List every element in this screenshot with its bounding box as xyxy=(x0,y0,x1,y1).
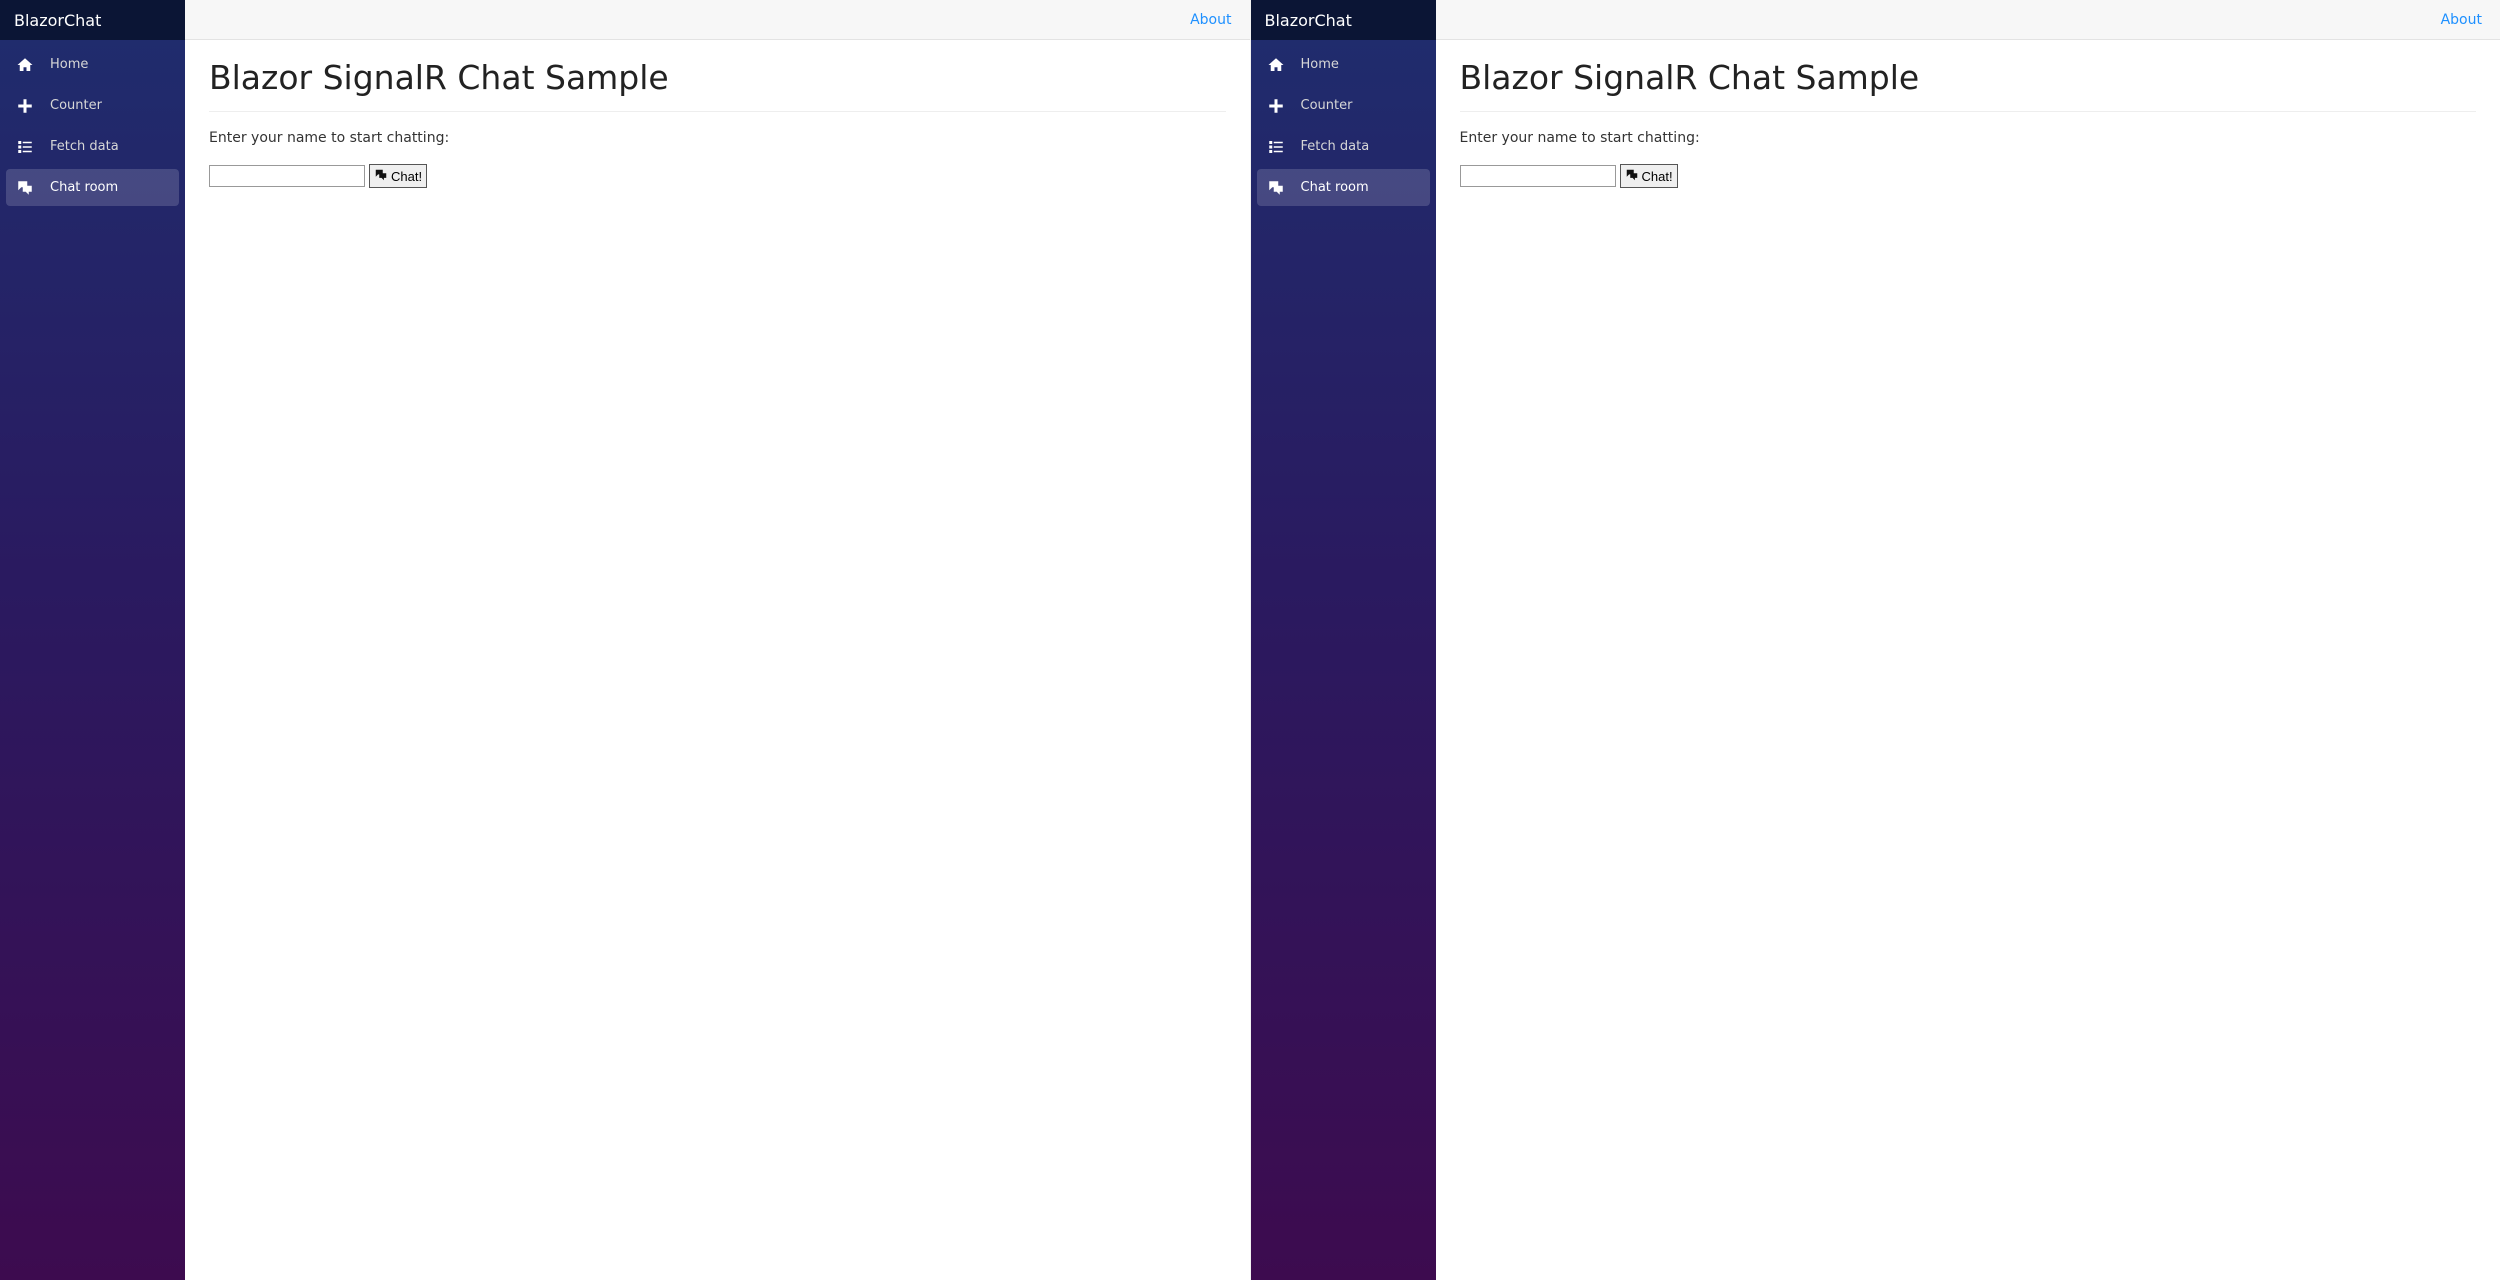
brand-title[interactable]: BlazorChat xyxy=(1251,0,1436,40)
sidebar-nav: Home Counter Fetch data Chat room xyxy=(0,40,185,212)
sidebar-item-counter[interactable]: Counter xyxy=(1257,87,1430,124)
plus-icon xyxy=(1267,97,1285,115)
topbar: About xyxy=(185,0,1250,40)
chat-icon xyxy=(1625,168,1639,185)
sidebar-nav: Home Counter Fetch data Chat room xyxy=(1251,40,1436,212)
name-input[interactable] xyxy=(1460,165,1616,187)
list-icon xyxy=(1267,138,1285,156)
page-title: Blazor SignalR Chat Sample xyxy=(209,58,1226,97)
sidebar-item-fetch-data[interactable]: Fetch data xyxy=(1257,128,1430,165)
sidebar-item-label: Home xyxy=(50,57,88,72)
sidebar-item-home[interactable]: Home xyxy=(1257,46,1430,83)
sidebar-item-label: Chat room xyxy=(50,180,118,195)
sidebar: BlazorChat Home Counter Fetch data Chat room xyxy=(0,0,185,1280)
chat-button-label: Chat! xyxy=(1642,169,1673,184)
home-icon xyxy=(16,56,34,74)
chat-button[interactable]: Chat! xyxy=(1620,164,1678,188)
app-window: BlazorChat Home Counter Fetch data Chat room… xyxy=(0,0,1250,1280)
brand-title[interactable]: BlazorChat xyxy=(0,0,185,40)
sidebar-item-label: Counter xyxy=(50,98,102,113)
page-title: Blazor SignalR Chat Sample xyxy=(1460,58,2477,97)
sidebar-item-home[interactable]: Home xyxy=(6,46,179,83)
content-area: Blazor SignalR Chat Sample Enter your nam… xyxy=(185,40,1250,206)
sidebar-item-label: Fetch data xyxy=(50,139,119,154)
name-prompt: Enter your name to start chatting: xyxy=(1460,130,2477,146)
divider xyxy=(1460,111,2477,112)
chat-icon xyxy=(1267,179,1285,197)
name-input[interactable] xyxy=(209,165,365,187)
chat-button-label: Chat! xyxy=(391,169,422,184)
sidebar-item-label: Fetch data xyxy=(1301,139,1370,154)
chat-icon xyxy=(16,179,34,197)
sidebar-item-label: Home xyxy=(1301,57,1339,72)
sidebar-item-counter[interactable]: Counter xyxy=(6,87,179,124)
chat-icon xyxy=(374,168,388,185)
main-column: About Blazor SignalR Chat Sample Enter you… xyxy=(1436,0,2500,1280)
divider xyxy=(209,111,1226,112)
sidebar-item-label: Counter xyxy=(1301,98,1353,113)
main-column: About Blazor SignalR Chat Sample Enter you… xyxy=(185,0,1250,1280)
name-form-row: Chat! xyxy=(209,164,1226,188)
list-icon xyxy=(16,138,34,156)
sidebar-item-chat-room[interactable]: Chat room xyxy=(1257,169,1430,206)
about-link[interactable]: About xyxy=(2441,12,2482,28)
home-icon xyxy=(1267,56,1285,74)
app-window: BlazorChat Home Counter Fetch data Chat room… xyxy=(1250,0,2500,1280)
content-area: Blazor SignalR Chat Sample Enter your nam… xyxy=(1436,40,2500,206)
sidebar-item-chat-room[interactable]: Chat room xyxy=(6,169,179,206)
plus-icon xyxy=(16,97,34,115)
sidebar-item-label: Chat room xyxy=(1301,180,1369,195)
about-link[interactable]: About xyxy=(1190,12,1231,28)
name-form-row: Chat! xyxy=(1460,164,2477,188)
name-prompt: Enter your name to start chatting: xyxy=(209,130,1226,146)
topbar: About xyxy=(1436,0,2500,40)
sidebar: BlazorChat Home Counter Fetch data Chat room xyxy=(1251,0,1436,1280)
chat-button[interactable]: Chat! xyxy=(369,164,427,188)
sidebar-item-fetch-data[interactable]: Fetch data xyxy=(6,128,179,165)
